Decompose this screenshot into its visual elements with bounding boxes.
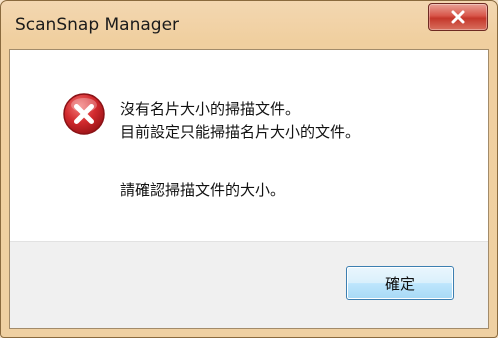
dialog-client-area: 沒有名片大小的掃描文件。 目前設定只能掃描名片大小的文件。 請確認掃描文件的大小…: [9, 49, 489, 329]
window-title: ScanSnap Manager: [15, 15, 180, 35]
message-area: 沒有名片大小的掃描文件。 目前設定只能掃描名片大小的文件。 請確認掃描文件的大小…: [10, 50, 488, 241]
dialog-window: ScanSnap Manager 沒有名片大小的掃描文件。 目前設定只能掃描名片…: [0, 0, 498, 338]
close-x-icon: [451, 10, 465, 24]
message-line-1: 沒有名片大小的掃描文件。: [120, 100, 301, 118]
error-icon: [63, 93, 105, 135]
title-bar[interactable]: ScanSnap Manager: [1, 1, 497, 49]
close-button[interactable]: [428, 3, 488, 31]
message-line-3: 請確認掃描文件的大小。: [120, 181, 286, 199]
ok-button[interactable]: 確定: [346, 266, 454, 300]
message-line-2: 目前設定只能掃描名片大小的文件。: [120, 123, 361, 141]
button-bar: 確定: [10, 241, 488, 328]
